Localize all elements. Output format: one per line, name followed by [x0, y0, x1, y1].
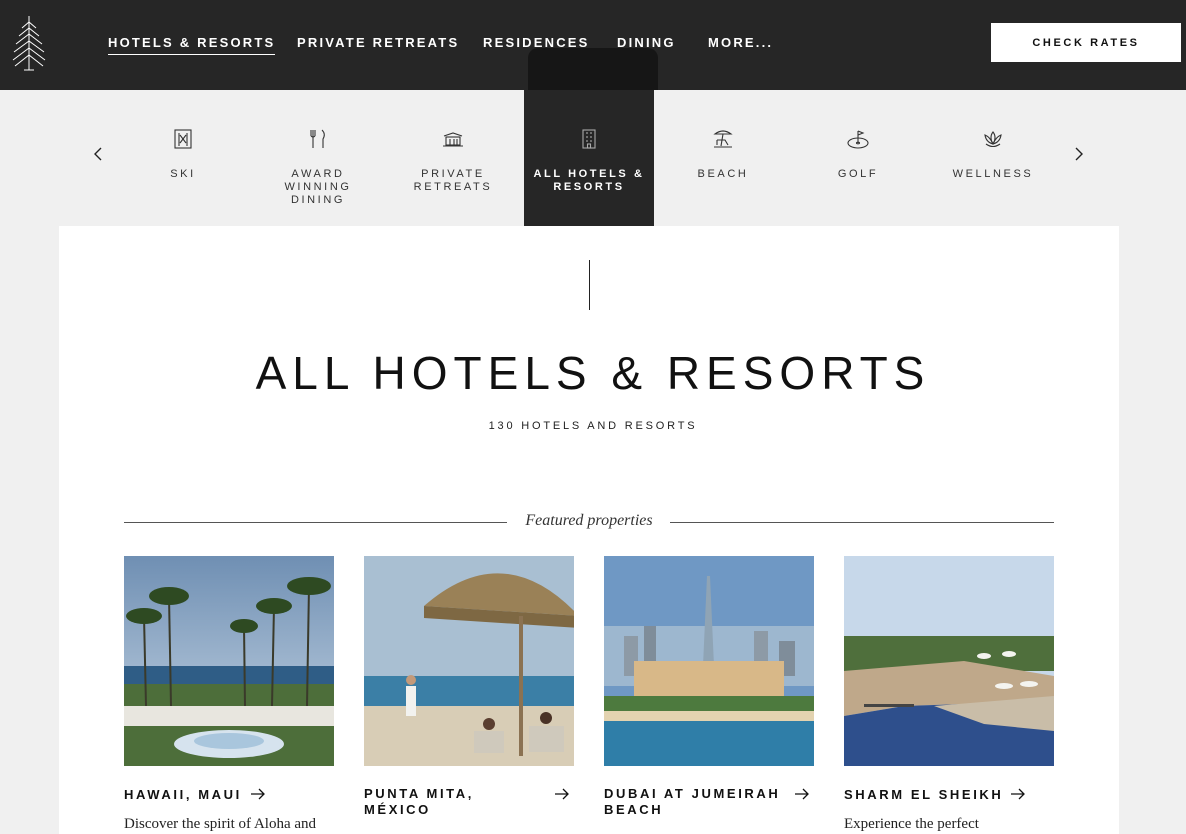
card-title-link[interactable]: HAWAII, MAUI [124, 786, 334, 804]
nav-residences[interactable]: RESIDENCES [483, 35, 590, 50]
ski-icon [174, 129, 192, 149]
card-description: Experience the perfect [844, 816, 979, 832]
divider-line [589, 260, 590, 310]
divider [670, 522, 1054, 523]
category-golf[interactable]: GOLF [793, 90, 923, 226]
category-beach[interactable]: BEACH [658, 90, 788, 226]
lotus-icon [984, 131, 1002, 148]
category-label: GOLF [837, 168, 879, 180]
card-title: SHARM EL SHEIKH [844, 787, 1004, 802]
card-title-link[interactable]: SHARM EL SHEIKH [844, 786, 1054, 804]
card-title-link[interactable]: PUNTA MITA, MÉXICO [364, 786, 574, 819]
category-label: WELLNESS [952, 168, 1034, 180]
card-title: HAWAII, MAUI [124, 787, 242, 802]
nav-more[interactable]: MORE... [708, 35, 773, 50]
category-award-winning-dining[interactable]: AWARD WINNING DINING [253, 90, 383, 226]
nav-dropdown-shade [528, 48, 658, 90]
arrow-right-icon [555, 788, 569, 800]
arrow-right-icon [1011, 788, 1025, 800]
chevron-left-icon[interactable] [90, 146, 106, 162]
property-card-dubai[interactable]: DUBAI AT JUMEIRAH BEACH [604, 556, 814, 817]
category-label: SKI [170, 168, 196, 180]
featured-header: Featured properties [124, 512, 1054, 534]
property-card-punta-mita[interactable]: PUNTA MITA, MÉXICO [364, 556, 574, 817]
check-rates-button[interactable]: CHECK RATES [991, 23, 1181, 62]
category-label: PRIVATE RETREATS [413, 168, 493, 193]
category-label: AWARD WINNING DINING [284, 168, 352, 206]
property-photo[interactable] [364, 556, 574, 766]
villa-icon [443, 132, 463, 147]
card-title-link[interactable]: DUBAI AT JUMEIRAH BEACH [604, 786, 814, 819]
card-title: DUBAI AT JUMEIRAH BEACH [604, 786, 781, 817]
arrow-right-icon [251, 788, 265, 800]
chevron-right-icon[interactable] [1071, 146, 1087, 162]
beach-chair-icon [713, 130, 733, 148]
nav-dining[interactable]: DINING [617, 35, 676, 50]
category-label: BEACH [697, 168, 749, 180]
property-card-maui[interactable]: HAWAII, MAUI Discover the spirit of Aloh… [124, 556, 334, 832]
card-title: PUNTA MITA, MÉXICO [364, 786, 474, 817]
golf-icon [847, 130, 869, 149]
category-private-retreats[interactable]: PRIVATE RETREATS [388, 90, 518, 226]
category-ski[interactable]: SKI [118, 90, 248, 226]
property-photo[interactable] [604, 556, 814, 766]
arrow-right-icon [795, 788, 809, 800]
hotel-count: 130 HOTELS AND RESORTS [488, 420, 698, 432]
nav-private-retreats[interactable]: PRIVATE RETREATS [297, 35, 459, 50]
category-wellness[interactable]: WELLNESS [928, 90, 1058, 226]
property-photo[interactable] [844, 556, 1054, 766]
top-nav: HOTELS & RESORTS PRIVATE RETREATS RESIDE… [0, 0, 1186, 90]
tree-logo-icon[interactable] [10, 14, 48, 72]
building-icon [582, 129, 596, 149]
nav-hotels-resorts[interactable]: HOTELS & RESORTS [108, 35, 276, 55]
property-card-sharm-el-sheikh[interactable]: SHARM EL SHEIKH Experience the perfect [844, 556, 1054, 832]
featured-label: Featured properties [525, 512, 653, 529]
card-description: Discover the spirit of Aloha and [124, 816, 317, 832]
page-title: ALL HOTELS & RESORTS [255, 347, 931, 399]
property-photo[interactable] [124, 556, 334, 766]
category-label: ALL HOTELS & RESORTS [533, 168, 645, 193]
utensils-icon [310, 129, 325, 148]
